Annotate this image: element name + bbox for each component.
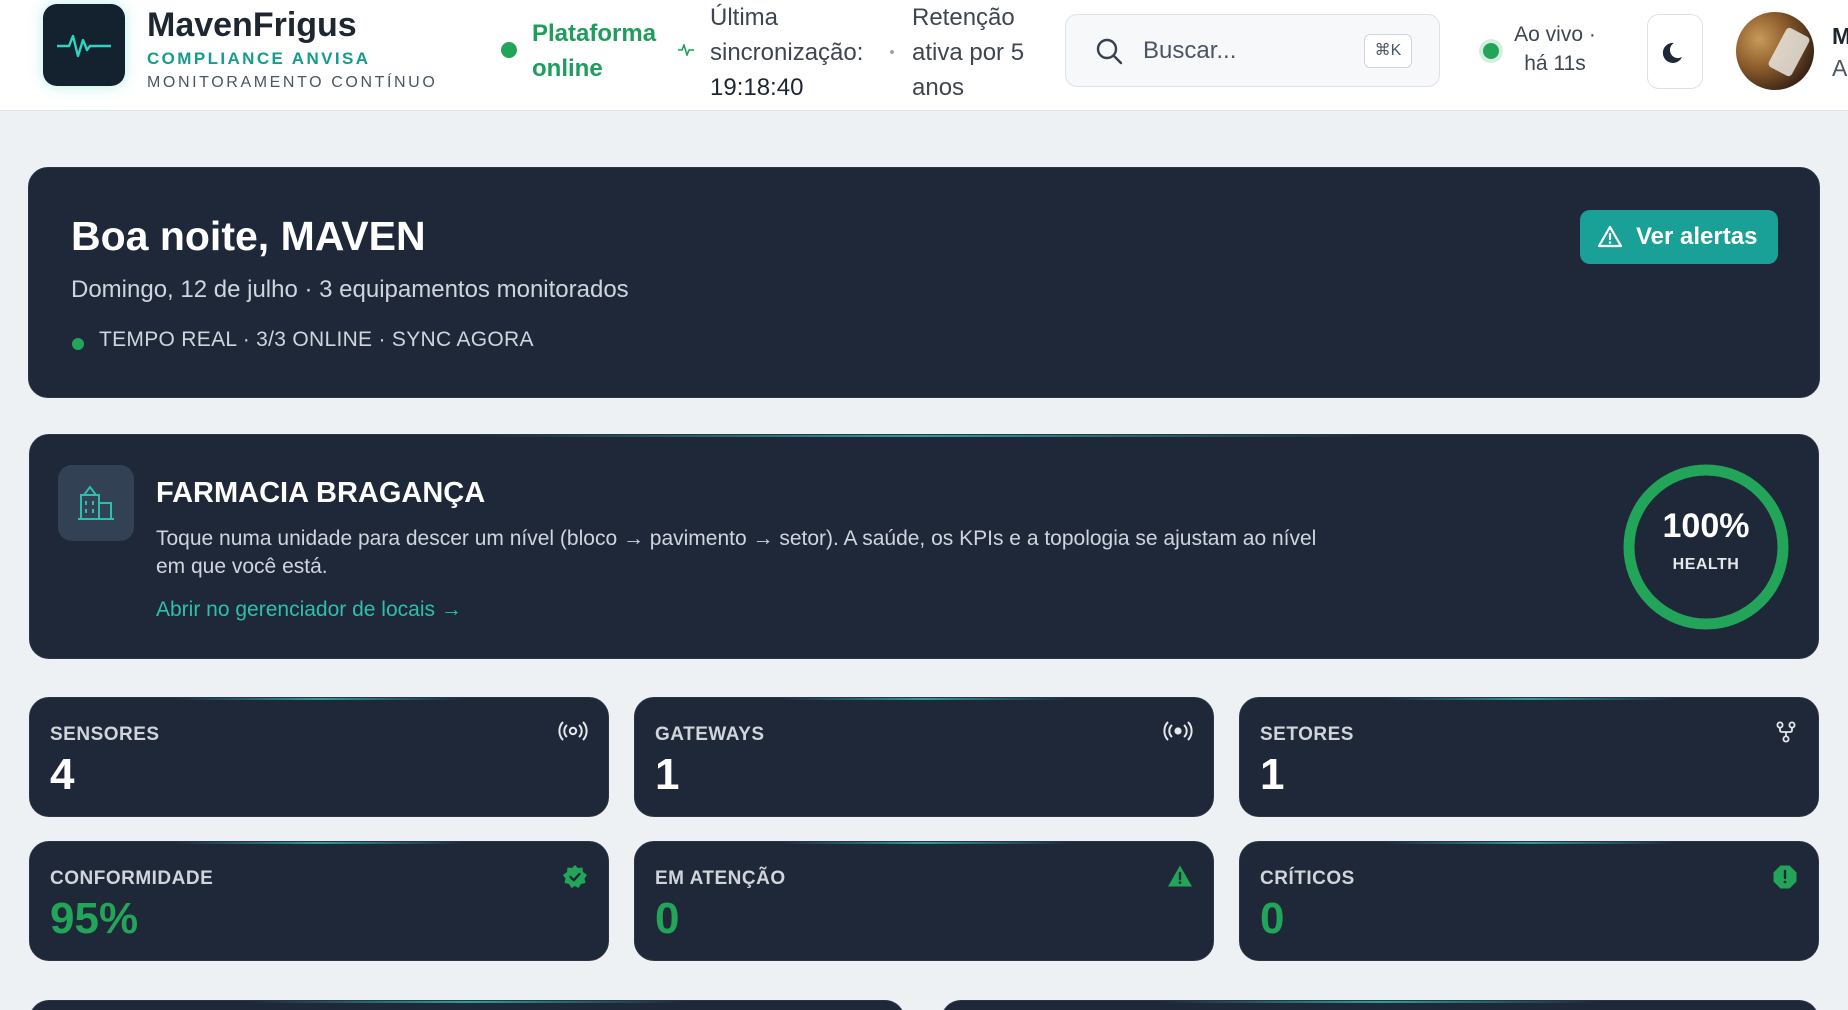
broadcast-filled-icon bbox=[1163, 721, 1193, 741]
realtime-status: TEMPO REAL · 3/3 ONLINE · SYNC AGORA bbox=[99, 328, 534, 351]
kpi-value: 1 bbox=[1260, 750, 1285, 799]
building-icon-box bbox=[58, 465, 134, 541]
branch-icon bbox=[1776, 721, 1796, 743]
kpi-value: 95% bbox=[50, 894, 139, 943]
kpi-card-critical[interactable]: CRÍTICOS 0 bbox=[1239, 841, 1819, 961]
live-indicator-dot bbox=[1483, 43, 1499, 59]
warning-icon bbox=[1597, 225, 1623, 248]
broadcast-icon bbox=[558, 721, 588, 741]
moon-icon bbox=[1662, 42, 1682, 63]
top-bar: MavenFrigus COMPLIANCE ANVISA MONITORAME… bbox=[0, 0, 1848, 111]
search-box[interactable]: ⌘K bbox=[1065, 14, 1440, 87]
kpi-value: 0 bbox=[655, 894, 680, 943]
search-icon bbox=[1096, 38, 1123, 65]
kpi-label: CRÍTICOS bbox=[1260, 868, 1355, 889]
realtime-status-dot bbox=[72, 338, 84, 350]
health-arc bbox=[1623, 464, 1789, 630]
kpi-card-sensors[interactable]: SENSORES 4 bbox=[29, 697, 609, 817]
live-status: Ao vivo · há 11s bbox=[1514, 23, 1596, 75]
separator-dot bbox=[890, 50, 894, 54]
location-description: Toque numa unidade para descer um nível … bbox=[156, 527, 1317, 578]
theme-toggle-button[interactable] bbox=[1647, 14, 1703, 89]
greeting-title: Boa noite, MAVEN bbox=[71, 213, 426, 259]
kpi-label: GATEWAYS bbox=[655, 724, 765, 745]
location-title: FARMACIA BRAGANÇA bbox=[156, 477, 486, 509]
kpi-card-gateways[interactable]: GATEWAYS 1 bbox=[634, 697, 1214, 817]
user-name-truncated: M A bbox=[1832, 23, 1848, 81]
verified-badge-icon bbox=[563, 865, 587, 888]
greeting-card: Boa noite, MAVEN Domingo, 12 de julho · … bbox=[28, 167, 1820, 398]
app-logo[interactable] bbox=[43, 4, 125, 86]
kpi-card-compliance[interactable]: CONFORMIDADE 95% bbox=[29, 841, 609, 961]
view-alerts-button[interactable]: Ver alertas bbox=[1580, 210, 1778, 264]
kpi-label: SENSORES bbox=[50, 724, 160, 745]
user-avatar[interactable] bbox=[1736, 12, 1814, 90]
retention-info: Retenção ativa por 5 anos bbox=[912, 4, 1025, 101]
panel-card-left bbox=[29, 1000, 905, 1010]
online-status-dot bbox=[501, 42, 517, 58]
alert-octagon-icon bbox=[1773, 865, 1797, 889]
kpi-value: 0 bbox=[1260, 894, 1285, 943]
kpi-value: 1 bbox=[655, 750, 680, 799]
brand-tagline: MONITORAMENTO CONTÍNUO bbox=[147, 74, 438, 91]
warning-triangle-icon bbox=[1168, 865, 1192, 887]
greeting-subtitle: Domingo, 12 de julho · 3 equipamentos mo… bbox=[71, 276, 629, 303]
health-gauge: 100% HEALTH bbox=[1620, 461, 1792, 633]
view-alerts-label: Ver alertas bbox=[1636, 223, 1758, 250]
kpi-label: SETORES bbox=[1260, 724, 1354, 745]
pulse-logo-icon bbox=[57, 34, 111, 58]
building-icon bbox=[78, 485, 114, 520]
search-input[interactable] bbox=[1143, 35, 1343, 67]
health-label: HEALTH bbox=[1672, 556, 1740, 573]
last-sync: Última sincronização: 19:18:40 bbox=[710, 0, 863, 105]
kpi-card-attention[interactable]: EM ATENÇÃO 0 bbox=[634, 841, 1214, 961]
kpi-value: 4 bbox=[50, 750, 75, 799]
brand-subtitle: COMPLIANCE ANVISA bbox=[147, 49, 371, 68]
health-value: 100% bbox=[1662, 507, 1750, 545]
panel-card-right bbox=[941, 1000, 1819, 1010]
search-shortcut-badge: ⌘K bbox=[1364, 34, 1412, 68]
sync-time: 19:18:40 bbox=[710, 74, 804, 101]
kpi-card-sectors[interactable]: SETORES 1 bbox=[1239, 697, 1819, 817]
platform-status: Plataforma online bbox=[532, 20, 657, 82]
kpi-label: EM ATENÇÃO bbox=[655, 868, 786, 889]
open-location-manager-link[interactable]: Abrir no gerenciador de locais → bbox=[156, 598, 462, 622]
activity-icon bbox=[678, 44, 694, 56]
kpi-label: CONFORMIDADE bbox=[50, 868, 214, 889]
location-card: FARMACIA BRAGANÇA Toque numa unidade par… bbox=[29, 434, 1819, 659]
brand-name: MavenFrigus bbox=[147, 6, 357, 44]
